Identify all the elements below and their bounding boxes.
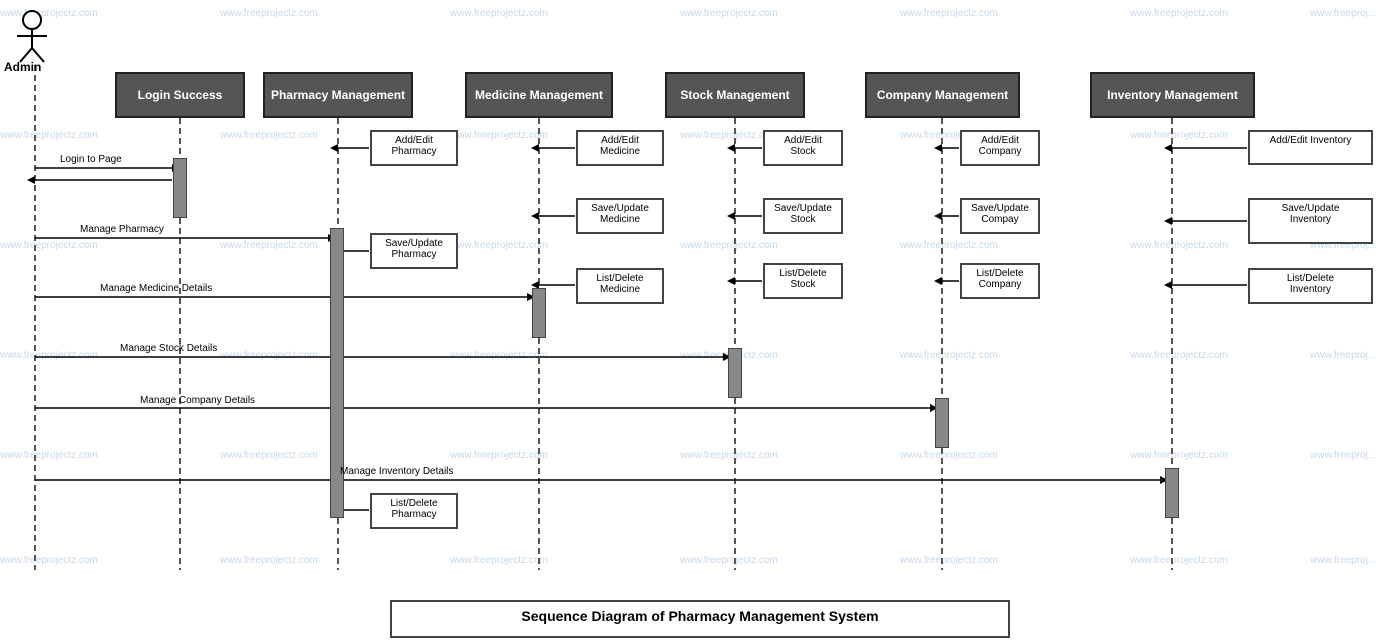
note-add-pharmacy: Add/EditPharmacy bbox=[370, 130, 458, 166]
watermark: www.freeprojectz.com bbox=[220, 8, 318, 19]
watermark: www.freeprojectz.com bbox=[0, 130, 98, 141]
activation-company bbox=[935, 398, 949, 448]
admin-actor-figure bbox=[12, 8, 52, 66]
activation-stock bbox=[728, 348, 742, 398]
company-management-header: Company Management bbox=[865, 72, 1020, 118]
diagram-caption: Sequence Diagram of Pharmacy Management … bbox=[390, 600, 1010, 638]
watermark: www.freeprojectz.com bbox=[1130, 130, 1228, 141]
watermark: www.freeprojectz.com bbox=[450, 8, 548, 19]
watermark: www.freeprojectz.com bbox=[0, 450, 98, 461]
label-manage-medicine: Manage Medicine Details bbox=[100, 283, 212, 294]
watermark: www.freeprojectz.com bbox=[450, 350, 548, 361]
note-list-stock: List/DeleteStock bbox=[763, 263, 843, 299]
stock-management-header: Stock Management bbox=[665, 72, 805, 118]
watermark: www.freeprojectz.com bbox=[220, 555, 318, 566]
note-save-inventory: Save/UpdateInventory bbox=[1248, 198, 1373, 244]
watermark: www.freeprojectz.com bbox=[900, 8, 998, 19]
watermark: www.freeprojectz.com bbox=[0, 350, 98, 361]
watermark: www.freeprojectz.com bbox=[1130, 450, 1228, 461]
note-list-medicine: List/DeleteMedicine bbox=[576, 268, 664, 304]
watermark: www.freeprojectz.com bbox=[0, 240, 98, 251]
watermark: www.freeprojectz.com bbox=[0, 555, 98, 566]
note-add-company: Add/EditCompany bbox=[960, 130, 1040, 166]
note-save-stock: Save/UpdateStock bbox=[763, 198, 843, 234]
note-add-inventory: Add/Edit Inventory bbox=[1248, 130, 1373, 165]
note-list-company: List/DeleteCompany bbox=[960, 263, 1040, 299]
label-login-to-page: Login to Page bbox=[60, 154, 122, 165]
watermark: www.freeprojectz.com bbox=[680, 240, 778, 251]
activation-login bbox=[173, 158, 187, 218]
label-manage-stock: Manage Stock Details bbox=[120, 343, 217, 354]
activation-inventory bbox=[1165, 468, 1179, 518]
watermark: www.freeprojectz.com bbox=[450, 450, 548, 461]
watermark: www.freeprojectz.com bbox=[220, 240, 318, 251]
activation-medicine bbox=[532, 288, 546, 338]
watermark: www.freeprojectz.com bbox=[900, 450, 998, 461]
watermark: www.freeprojectz.com bbox=[1130, 240, 1228, 251]
watermark: www.freeprojectz.com bbox=[1130, 555, 1228, 566]
watermark: www.freeprojectz.com bbox=[680, 450, 778, 461]
watermark: www.freeproj... bbox=[1310, 555, 1376, 566]
note-add-stock: Add/EditStock bbox=[763, 130, 843, 166]
label-manage-inventory: Manage Inventory Details bbox=[340, 466, 453, 477]
watermark: www.freeproj... bbox=[1310, 350, 1376, 361]
watermark: www.freeprojectz.com bbox=[450, 240, 548, 251]
note-add-medicine: Add/EditMedicine bbox=[576, 130, 664, 166]
watermark: www.freeproj... bbox=[1310, 8, 1376, 19]
label-manage-pharmacy: Manage Pharmacy bbox=[80, 224, 164, 235]
watermark: www.freeprojectz.com bbox=[680, 8, 778, 19]
watermark: www.freeprojectz.com bbox=[450, 555, 548, 566]
watermark: www.freeprojectz.com bbox=[1130, 8, 1228, 19]
watermark: www.freeprojectz.com bbox=[450, 130, 548, 141]
watermark: www.freeprojectz.com bbox=[1130, 350, 1228, 361]
note-save-medicine: Save/UpdateMedicine bbox=[576, 198, 664, 234]
inventory-management-header: Inventory Management bbox=[1090, 72, 1255, 118]
admin-label: Admin bbox=[4, 60, 41, 74]
watermark: www.freeprojectz.com bbox=[220, 350, 318, 361]
note-save-company: Save/UpdateCompay bbox=[960, 198, 1040, 234]
sequence-diagram: www.freeprojectz.com www.freeprojectz.co… bbox=[0, 0, 1386, 644]
medicine-management-header: Medicine Management bbox=[465, 72, 613, 118]
login-success-header: Login Success bbox=[115, 72, 245, 118]
watermark: www.freeprojectz.com bbox=[900, 555, 998, 566]
watermark: www.freeprojectz.com bbox=[900, 350, 998, 361]
watermark: www.freeprojectz.com bbox=[900, 240, 998, 251]
watermark: www.freeproj... bbox=[1310, 450, 1376, 461]
watermark: www.freeprojectz.com bbox=[220, 130, 318, 141]
admin-stick-figure bbox=[12, 8, 52, 63]
watermark: www.freeprojectz.com bbox=[220, 450, 318, 461]
watermark: www.freeprojectz.com bbox=[680, 555, 778, 566]
pharmacy-management-header: Pharmacy Management bbox=[263, 72, 413, 118]
note-save-pharmacy: Save/UpdatePharmacy bbox=[370, 233, 458, 269]
note-list-pharmacy: List/DeletePharmacy bbox=[370, 493, 458, 529]
label-manage-company: Manage Company Details bbox=[140, 395, 255, 406]
note-list-inventory: List/DeleteInventory bbox=[1248, 268, 1373, 304]
